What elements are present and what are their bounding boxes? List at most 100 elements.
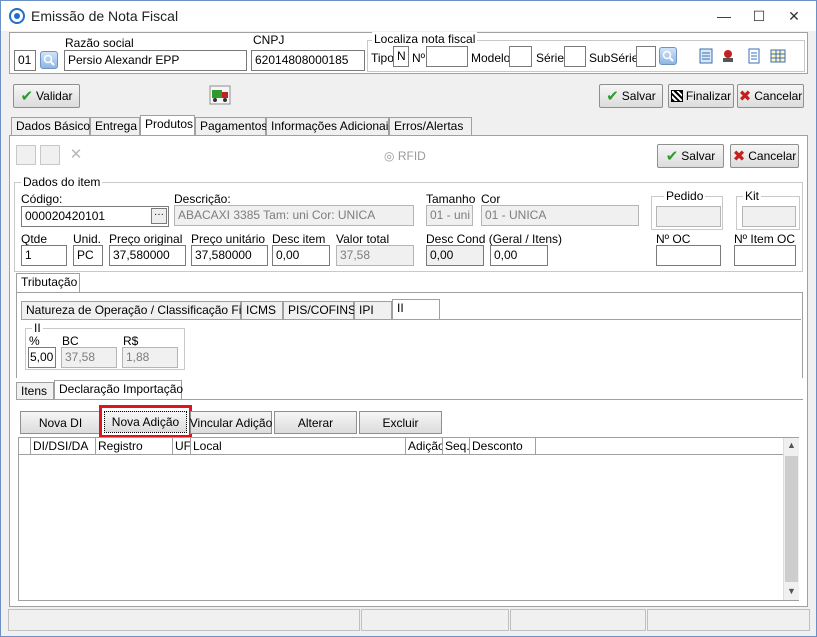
stamp-icon[interactable] bbox=[720, 48, 736, 64]
tab-entrega[interactable]: Entrega bbox=[90, 117, 140, 135]
nova-adicao-button[interactable]: Nova Adição bbox=[104, 411, 187, 433]
preco-original-field[interactable]: 37,580000 bbox=[109, 245, 186, 266]
rfid-button[interactable]: ◎ RFID bbox=[384, 149, 426, 163]
pedido-field bbox=[656, 206, 721, 227]
kit-label: Kit bbox=[743, 189, 762, 203]
pct-label: % bbox=[29, 334, 40, 348]
tab-dados-basicos[interactable]: Dados Básicos bbox=[11, 117, 96, 135]
validar-button[interactable]: ✔ Validar bbox=[13, 84, 80, 108]
grid-icon[interactable] bbox=[770, 48, 786, 64]
item-cancelar-button[interactable]: ✖ Cancelar bbox=[730, 144, 799, 168]
produtos-panel: ✕ ◎ RFID ✔ Salvar ✖ Cancelar Dados do item… bbox=[9, 135, 808, 607]
codigo-value: 000020420101 bbox=[25, 209, 106, 223]
preco-unitario-label: Preço unitário bbox=[191, 232, 266, 246]
col-desconto[interactable]: Desconto bbox=[470, 438, 536, 455]
salvar-button[interactable]: ✔ Salvar bbox=[599, 84, 663, 108]
subtab-natureza[interactable]: Natureza de Operação / Classificação Fis… bbox=[21, 301, 263, 319]
excluir-button[interactable]: Excluir bbox=[359, 411, 442, 434]
tab-itens[interactable]: Itens bbox=[16, 382, 54, 400]
desc-cond-geral-field[interactable]: 0,00 bbox=[426, 245, 484, 266]
cor-label: Cor bbox=[481, 192, 501, 206]
report-icon[interactable] bbox=[698, 48, 714, 64]
subtab-ipi[interactable]: IPI bbox=[354, 301, 392, 319]
col-local[interactable]: Local bbox=[191, 438, 406, 455]
kit-field bbox=[742, 206, 796, 227]
col-adicao[interactable]: Adição bbox=[406, 438, 443, 455]
descricao-field: ABACAXI 3385 Tam: uni Cor: UNICA bbox=[174, 205, 414, 226]
col-seq[interactable]: Seq. bbox=[443, 438, 470, 455]
new-item-icon[interactable] bbox=[16, 145, 36, 165]
ii-group: II % 5,00 BC 37,58 R$ 1,88 bbox=[25, 321, 185, 370]
lower-tabs-divider bbox=[16, 399, 803, 400]
descricao-label: Descrição: bbox=[174, 192, 231, 206]
minimize-button[interactable]: — bbox=[711, 5, 737, 27]
tipo-field[interactable]: N bbox=[393, 46, 409, 67]
item-salvar-button[interactable]: ✔ Salvar bbox=[657, 144, 724, 168]
scroll-up-icon[interactable]: ▲ bbox=[787, 440, 796, 450]
main-tabs: Dados Básicos Entrega Produtos Pagamento… bbox=[11, 115, 807, 135]
tab-erros-alertas[interactable]: Erros/Alertas bbox=[389, 117, 472, 135]
preco-unitario-field[interactable]: 37,580000 bbox=[191, 245, 268, 266]
tab-declaracao-importacao[interactable]: Declaração Importação bbox=[54, 380, 183, 400]
edit-item-icon[interactable] bbox=[40, 145, 60, 165]
scroll-down-icon[interactable]: ▼ bbox=[787, 586, 796, 596]
razao-social-field[interactable]: Persio Alexandr EPP bbox=[64, 50, 247, 71]
serie-field[interactable] bbox=[564, 46, 586, 67]
desc-cond-itens-field[interactable]: 0,00 bbox=[490, 245, 548, 266]
no-item-oc-field[interactable] bbox=[734, 245, 796, 266]
kit-group: Kit bbox=[736, 189, 800, 230]
cancelar-button[interactable]: ✖ Cancelar bbox=[737, 84, 804, 108]
search-nota-icon[interactable] bbox=[659, 47, 677, 65]
cnpj-field[interactable]: 62014808000185 bbox=[251, 50, 365, 71]
subserie-field[interactable] bbox=[636, 46, 656, 67]
codigo-lookup-button[interactable]: ··· bbox=[151, 208, 167, 224]
alterar-button[interactable]: Alterar bbox=[274, 411, 357, 434]
qtde-field[interactable]: 1 bbox=[21, 245, 67, 266]
pct-field[interactable]: 5,00 bbox=[28, 347, 56, 368]
tab-tributacao[interactable]: Tributação bbox=[16, 273, 80, 293]
nova-di-button[interactable]: Nova DI bbox=[20, 411, 101, 434]
col-registro[interactable]: Registro bbox=[96, 438, 173, 455]
grid-indicator-col bbox=[19, 438, 31, 455]
modelo-label: Modelo bbox=[471, 51, 511, 65]
scroll-thumb[interactable] bbox=[785, 456, 798, 582]
window-title: Emissão de Nota Fiscal bbox=[31, 8, 179, 24]
grid-scrollbar[interactable]: ▲ ▼ bbox=[783, 438, 799, 600]
codigo-label: Código: bbox=[21, 192, 63, 206]
subtab-icms[interactable]: ICMS bbox=[241, 301, 283, 319]
desc-cond-label: Desc Cond (Geral / Itens) bbox=[426, 232, 563, 246]
subtab-divider bbox=[21, 319, 801, 320]
truck-icon[interactable] bbox=[209, 85, 231, 105]
item-salvar-label: Salvar bbox=[681, 149, 716, 163]
qtde-label: Qtde bbox=[21, 232, 48, 246]
status-bar bbox=[8, 609, 810, 631]
delete-item-icon[interactable]: ✕ bbox=[66, 145, 86, 165]
subtab-pis-cofins[interactable]: PIS/COFINS bbox=[283, 301, 356, 319]
close-button[interactable]: ✕ bbox=[781, 5, 807, 27]
finalizar-button[interactable]: Finalizar bbox=[668, 84, 734, 108]
vincular-adicao-button[interactable]: Vincular Adição bbox=[190, 411, 272, 434]
maximize-button[interactable]: ☐ bbox=[746, 5, 772, 27]
modelo-field[interactable] bbox=[509, 46, 532, 67]
desc-item-field[interactable]: 0,00 bbox=[272, 245, 330, 266]
localiza-label: Localiza nota fiscal bbox=[372, 32, 478, 46]
no-oc-field[interactable] bbox=[656, 245, 721, 266]
main-window: Emissão de Nota Fiscal — ☐ ✕ Razão socia… bbox=[0, 0, 817, 637]
localiza-group: Localiza nota fiscal Tipo N Nº Modelo Sé… bbox=[367, 32, 805, 72]
bc-field: 37,58 bbox=[61, 347, 117, 368]
title-bar: Emissão de Nota Fiscal — ☐ ✕ bbox=[1, 1, 816, 31]
empresa-code-field[interactable]: 01 bbox=[14, 50, 36, 71]
tab-pagamentos[interactable]: Pagamentos bbox=[195, 117, 267, 135]
tab-produtos[interactable]: Produtos bbox=[140, 115, 195, 135]
search-empresa-icon[interactable] bbox=[40, 51, 58, 69]
subserie-label: SubSérie bbox=[589, 51, 639, 65]
tab-informacoes-adicionais[interactable]: Informações Adicionais bbox=[266, 117, 394, 135]
numero-field[interactable] bbox=[426, 46, 468, 67]
col-di-dsi-da[interactable]: DI/DSI/DA bbox=[31, 438, 96, 455]
unid-field[interactable]: PC bbox=[73, 245, 103, 266]
document-icon[interactable] bbox=[746, 48, 762, 64]
subtab-ii[interactable]: II bbox=[392, 299, 440, 319]
col-uf[interactable]: UF bbox=[173, 438, 191, 455]
status-cell-3 bbox=[510, 609, 646, 631]
codigo-field[interactable]: 000020420101 bbox=[21, 206, 169, 227]
